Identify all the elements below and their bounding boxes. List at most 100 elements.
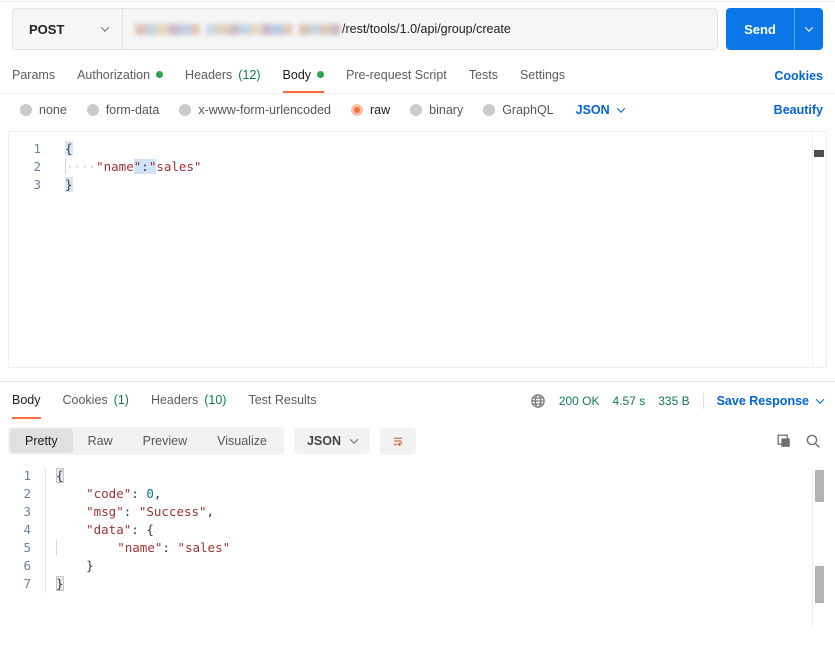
code-text: { bbox=[56, 468, 64, 483]
radio-label: GraphQL bbox=[502, 103, 554, 117]
code-line[interactable]: 1 { bbox=[9, 140, 826, 158]
tab-headers[interactable]: Headers (12) bbox=[185, 58, 260, 93]
save-response-button[interactable]: Save Response bbox=[716, 393, 825, 408]
code-line[interactable]: 7 } bbox=[0, 575, 835, 593]
response-view-toolbar: Pretty Raw Preview Visualize JSON bbox=[0, 419, 835, 462]
tab-params[interactable]: Params bbox=[12, 58, 55, 93]
send-options-button[interactable] bbox=[795, 8, 823, 50]
cookies-link[interactable]: Cookies bbox=[774, 69, 823, 83]
radio-label: none bbox=[39, 103, 67, 117]
tab-label: Settings bbox=[519, 67, 566, 82]
language-label: JSON bbox=[306, 434, 341, 448]
chevron-down-icon bbox=[100, 23, 110, 32]
line-number: 6 bbox=[0, 557, 46, 575]
beautify-link[interactable]: Beautify bbox=[774, 103, 823, 117]
tab-label: Authorization bbox=[77, 67, 151, 82]
tab-label: Tests bbox=[468, 67, 498, 82]
tab-response-cookies[interactable]: Cookies (1) bbox=[63, 382, 129, 419]
line-number: 5 bbox=[0, 539, 46, 557]
http-method-select[interactable]: POST bbox=[12, 8, 122, 50]
line-number: 1 bbox=[33, 141, 41, 156]
search-icon[interactable] bbox=[805, 433, 821, 449]
tab-count: (1) bbox=[113, 392, 129, 407]
response-body-viewer[interactable]: 1 { 2 "code": 0, 3 "msg": "Success", 4 "… bbox=[0, 467, 835, 627]
tab-authorization[interactable]: Authorization bbox=[77, 58, 164, 93]
code-line[interactable]: 3 "msg": "Success", bbox=[0, 503, 835, 521]
radio-icon bbox=[179, 104, 192, 116]
tab-settings[interactable]: Settings bbox=[520, 58, 565, 93]
view-mode-switch: Pretty Raw Preview Visualize bbox=[8, 427, 284, 455]
green-dot-icon bbox=[317, 71, 325, 78]
line-number: 3 bbox=[33, 177, 41, 192]
radio-label: form-data bbox=[105, 103, 160, 117]
radio-binary[interactable]: binary bbox=[410, 103, 463, 117]
radio-label: binary bbox=[429, 103, 464, 117]
code-text: } bbox=[65, 177, 73, 192]
request-url-bar: POST /rest/tools/1.0/api/group/create Se… bbox=[12, 8, 823, 50]
scrollbar-thumb[interactable] bbox=[815, 470, 824, 502]
radio-x-www-form-urlencoded[interactable]: x-www-form-urlencoded bbox=[179, 103, 331, 117]
tab-response-body[interactable]: Body bbox=[12, 382, 41, 419]
tab-label: Headers bbox=[185, 67, 233, 82]
radio-icon bbox=[20, 104, 32, 116]
tab-label: Body bbox=[282, 67, 312, 82]
view-raw[interactable]: Raw bbox=[73, 429, 128, 453]
raw-language-select[interactable]: JSON bbox=[576, 103, 625, 117]
tab-body[interactable]: Body bbox=[282, 58, 325, 93]
code-line[interactable]: 3 } bbox=[9, 176, 826, 194]
radio-icon bbox=[410, 104, 423, 116]
request-url-input[interactable]: /rest/tools/1.0/api/group/create bbox=[122, 8, 718, 50]
copy-icon[interactable] bbox=[776, 433, 792, 449]
tab-label: Headers bbox=[150, 392, 199, 407]
save-response-label: Save Response bbox=[716, 393, 809, 408]
view-visualize[interactable]: Visualize bbox=[202, 429, 282, 453]
editor-scrollbar[interactable] bbox=[812, 132, 826, 367]
send-button[interactable]: Send bbox=[726, 8, 795, 50]
code-line[interactable]: 6 } bbox=[0, 557, 835, 575]
line-number: 3 bbox=[0, 503, 46, 521]
radio-graphql[interactable]: GraphQL bbox=[483, 103, 554, 117]
radio-none[interactable]: none bbox=[20, 103, 67, 117]
radio-raw[interactable]: raw bbox=[351, 103, 390, 117]
code-line[interactable]: 1 { bbox=[0, 467, 835, 485]
tab-label: Body bbox=[12, 392, 41, 407]
url-visible-path: /rest/tools/1.0/api/group/create bbox=[342, 22, 511, 36]
green-dot-icon bbox=[156, 71, 164, 78]
chevron-down-icon bbox=[804, 23, 814, 32]
code-line[interactable]: 2 "code": 0, bbox=[0, 485, 835, 503]
radio-label: raw bbox=[370, 103, 391, 117]
line-number: 7 bbox=[0, 575, 46, 593]
radio-icon bbox=[483, 104, 496, 116]
tab-pre-request-script[interactable]: Pre-request Script bbox=[346, 58, 447, 93]
tab-label: Pre-request Script bbox=[346, 67, 447, 82]
tab-tests[interactable]: Tests bbox=[469, 58, 498, 93]
send-split-button[interactable]: Send bbox=[726, 8, 823, 50]
line-number: 2 bbox=[33, 159, 41, 174]
radio-selected-icon bbox=[351, 104, 363, 116]
code-text: } bbox=[56, 576, 64, 591]
http-method-label: POST bbox=[29, 21, 65, 37]
code-line[interactable]: 5 "name": "sales" bbox=[0, 539, 835, 557]
view-pretty[interactable]: Pretty bbox=[10, 429, 73, 453]
radio-form-data[interactable]: form-data bbox=[86, 103, 160, 117]
tab-response-headers[interactable]: Headers (10) bbox=[151, 382, 226, 419]
request-body-editor[interactable]: 1 { 2 ····"name":"sales" 3 } bbox=[8, 131, 827, 368]
tab-label: Cookies bbox=[62, 392, 108, 407]
wrap-text-button[interactable] bbox=[380, 427, 416, 455]
scrollbar-thumb[interactable] bbox=[815, 566, 824, 603]
chevron-down-icon bbox=[815, 394, 825, 404]
scrollbar-thumb[interactable] bbox=[814, 150, 824, 157]
code-text: } bbox=[86, 558, 94, 573]
code-line[interactable]: 2 ····"name":"sales" bbox=[9, 158, 826, 176]
response-scrollbar[interactable] bbox=[812, 469, 825, 627]
request-tabs: Params Authorization Headers (12) Body P… bbox=[0, 58, 835, 94]
radio-icon bbox=[86, 104, 99, 116]
view-preview[interactable]: Preview bbox=[128, 429, 202, 453]
tab-test-results[interactable]: Test Results bbox=[248, 382, 316, 419]
code-text: "msg": "Success", bbox=[86, 504, 215, 519]
response-language-select[interactable]: JSON bbox=[293, 428, 370, 454]
redacted-url-segment bbox=[135, 23, 340, 36]
response-actions bbox=[776, 433, 821, 449]
response-meta: 200 OK 4.57 s 335 B Save Response bbox=[530, 382, 825, 419]
code-line[interactable]: 4 "data": { bbox=[0, 521, 835, 539]
